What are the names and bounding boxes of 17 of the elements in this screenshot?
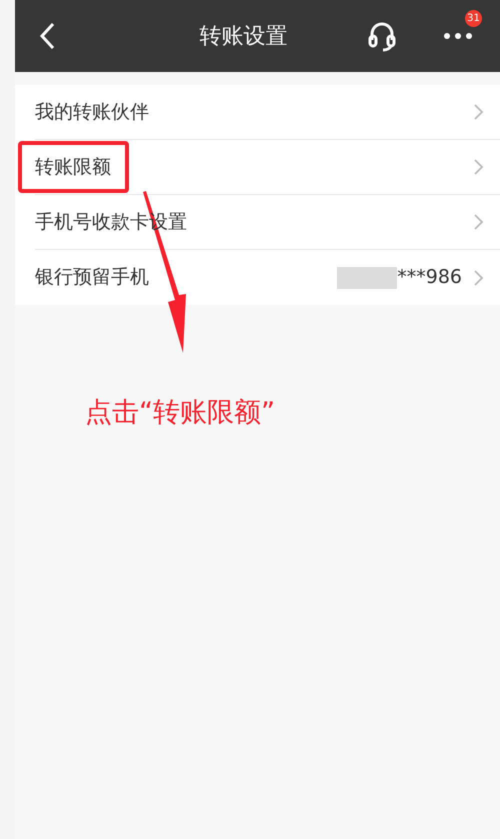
row-label: 转账限额: [35, 154, 111, 180]
row-label: 我的转账伙伴: [35, 100, 149, 125]
page-title: 转账设置: [200, 22, 288, 50]
row-label: 银行预留手机: [35, 265, 149, 290]
chevron-right-icon: [474, 270, 484, 286]
chevron-right-icon: [474, 104, 484, 120]
settings-row[interactable]: 银行预留手机 ***986: [15, 250, 500, 305]
annotation-text: 点击“转账限额”: [85, 397, 275, 428]
notification-badge: 31: [465, 10, 482, 27]
back-icon: [39, 22, 55, 50]
chevron-right-icon: [474, 214, 484, 230]
settings-row[interactable]: 转账限额: [15, 140, 500, 195]
settings-row[interactable]: 我的转账伙伴: [15, 85, 500, 140]
more-icon: [443, 32, 473, 40]
chevron-right-icon: [474, 159, 484, 175]
row-value: ***986: [397, 265, 462, 290]
headset-icon: [367, 20, 397, 52]
